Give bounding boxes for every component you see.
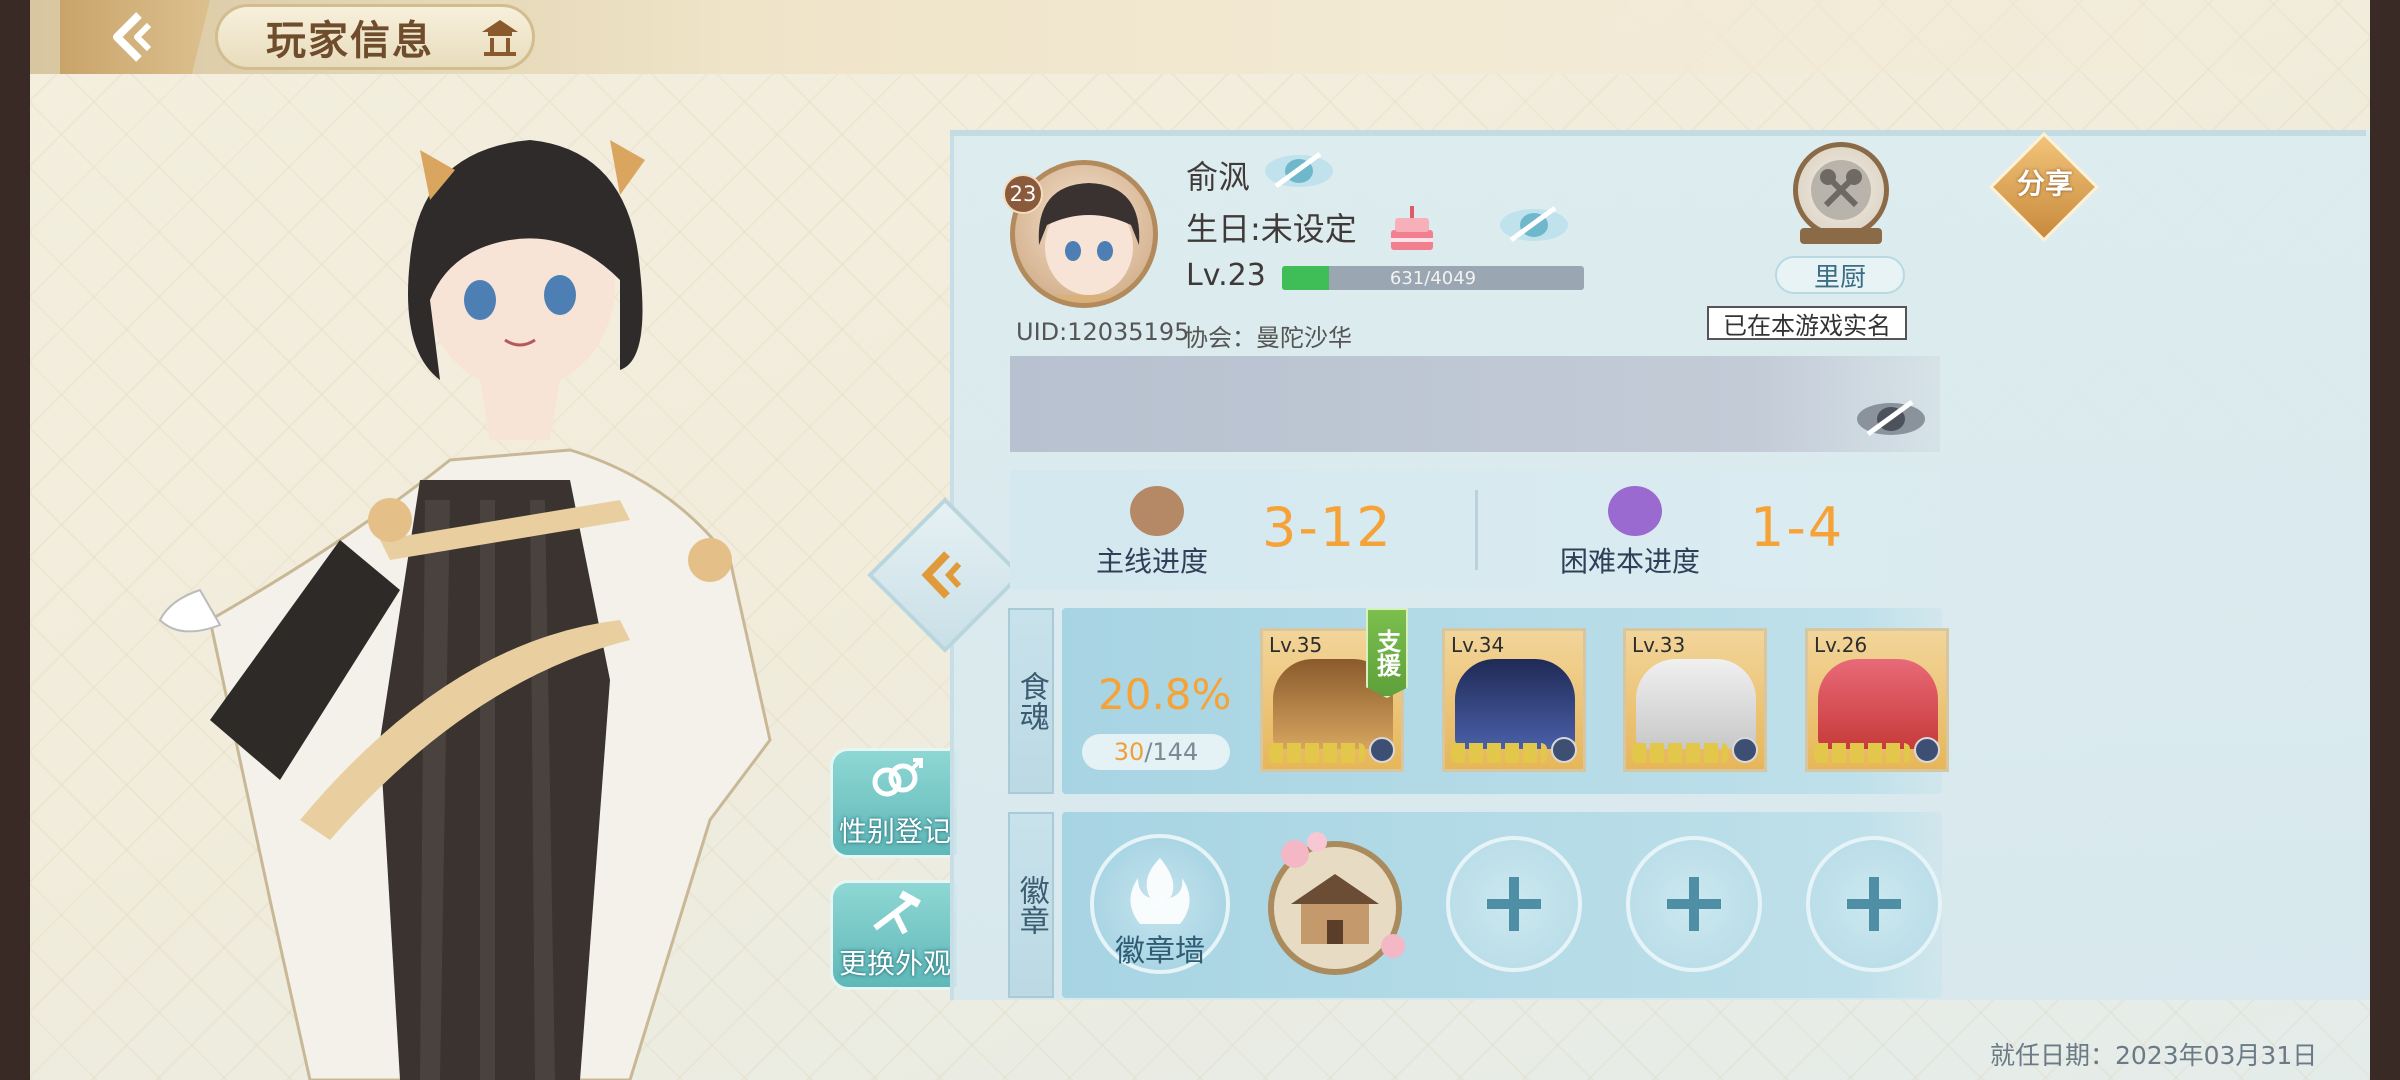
change-appearance-button[interactable]: 更换外观 [830, 880, 960, 990]
player-level: Lv.23 [1186, 258, 1266, 293]
hard-progress-label: 困难本进度 [1560, 545, 1701, 578]
visibility-hidden-icon[interactable] [1260, 150, 1338, 192]
chef-title-label: 里厨 [1775, 256, 1905, 294]
rank-icon [1551, 737, 1577, 763]
main-progress-value: 3-12 [1262, 496, 1393, 559]
crossed-utensils-icon [1811, 160, 1871, 220]
badge-wall-label: 徽章墙 [1115, 934, 1205, 969]
souls-section-tab: 食魂 [1008, 608, 1054, 794]
rank-icon [1732, 737, 1758, 763]
support-tag: 支援 [1366, 608, 1408, 698]
main-progress-label: 主线进度 [1096, 545, 1209, 578]
plus-icon [1667, 877, 1721, 931]
soul-card[interactable]: Lv.26 [1805, 628, 1949, 772]
visibility-hidden-icon[interactable] [1495, 204, 1573, 246]
rank-icon [1914, 737, 1940, 763]
add-badge-slot[interactable] [1806, 836, 1942, 972]
add-badge-slot[interactable] [1446, 836, 1582, 972]
souls-collection-percent: 20.8% [1098, 670, 1232, 719]
soul-portrait [1818, 659, 1938, 749]
back-button[interactable] [60, 0, 210, 74]
pavilion-icon[interactable] [478, 16, 522, 60]
cake-icon[interactable] [1385, 200, 1439, 254]
visibility-hidden-icon[interactable] [1852, 398, 1930, 440]
star-rating [1451, 743, 1547, 763]
purple-cat-face-icon [1608, 486, 1662, 536]
uid-text: UID:12035195 [1016, 318, 1190, 346]
cat-face-icon [1130, 486, 1184, 536]
real-name-status: 已在本游戏实名 [1707, 306, 1907, 340]
change-appearance-label: 更换外观 [838, 947, 951, 980]
star-rating [1632, 743, 1728, 763]
guild-text: 协会：曼陀沙华 [1184, 324, 1352, 352]
flame-icon [1130, 858, 1190, 924]
progress-divider [1475, 490, 1478, 570]
soul-level: Lv.35 [1269, 633, 1323, 657]
birthday-text: 生日:未设定 [1186, 210, 1357, 248]
xp-bar: 631/4049 [1282, 266, 1584, 290]
souls-section-label: 食魂 [1013, 671, 1049, 731]
gender-register-label: 性别登记 [838, 815, 951, 848]
player-name: 俞沨 [1186, 158, 1251, 196]
chef-title-emblem[interactable] [1793, 142, 1889, 238]
soul-portrait [1636, 659, 1756, 749]
level-badge: 23 [1003, 174, 1043, 214]
xp-text: 631/4049 [1389, 267, 1477, 289]
soul-level: Lv.34 [1451, 633, 1505, 657]
plus-icon [1487, 877, 1541, 931]
badges-section-label: 徽章 [1013, 875, 1049, 935]
souls-total: /144 [1144, 738, 1199, 766]
collapse-arrow-icon [921, 551, 962, 599]
hanger-icon [873, 890, 921, 935]
rank-icon [1369, 737, 1395, 763]
plus-icon [1847, 877, 1901, 931]
soul-portrait [1455, 659, 1575, 749]
gender-icon [872, 758, 923, 797]
page-title: 玩家信息 [266, 17, 434, 64]
soul-card[interactable]: Lv.33 [1623, 628, 1767, 772]
souls-owned: 30 [1113, 738, 1145, 766]
share-label: 分享 [2016, 167, 2073, 200]
soul-level: Lv.26 [1814, 633, 1868, 657]
souls-collection-count: 30/144 [1082, 734, 1230, 770]
signature-box[interactable] [1010, 356, 1940, 452]
appointment-date: 就任日期：2023年03月31日 [1990, 1041, 2318, 1070]
emblem-stand [1800, 228, 1882, 244]
back-arrow-icon [113, 12, 152, 62]
badges-section-tab: 徽章 [1008, 812, 1054, 998]
star-rating [1814, 743, 1910, 763]
star-rating [1269, 743, 1365, 763]
soul-card[interactable]: Lv.34 [1442, 628, 1586, 772]
house-badge-icon[interactable] [1255, 828, 1415, 976]
gender-register-button[interactable]: 性别登记 [830, 748, 960, 858]
hard-progress-value: 1-4 [1750, 496, 1845, 559]
add-badge-slot[interactable] [1626, 836, 1762, 972]
soul-level: Lv.33 [1632, 633, 1686, 657]
